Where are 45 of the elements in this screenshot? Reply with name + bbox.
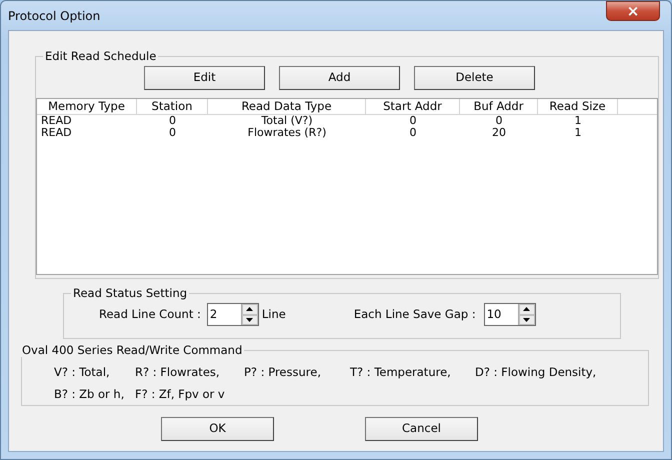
table-cell: 0 [169, 114, 176, 127]
table-cell: 0 [410, 126, 416, 139]
close-button[interactable]: × [606, 1, 660, 21]
table-cell: 1 [574, 114, 582, 127]
table-cell: 0 [169, 126, 176, 139]
table-cell: 20 [492, 126, 506, 139]
group-title: Read Status Setting [71, 286, 190, 300]
column-header[interactable]: Read Size [538, 99, 618, 114]
field-label: Each Line Save Gap : [354, 306, 476, 323]
command-text: R? : Flowrates, [135, 364, 220, 381]
column-header[interactable]: Buf Addr [460, 99, 538, 114]
table-cell: 0 [410, 114, 416, 127]
column-header[interactable]: Read Data Type [208, 99, 366, 114]
toolbar-button[interactable]: Add [279, 66, 400, 90]
column-header[interactable]: Start Addr [366, 99, 460, 114]
dialog-button[interactable]: OK [161, 417, 274, 441]
dialog-button[interactable]: Cancel [365, 417, 478, 441]
table-cell: READ [41, 126, 72, 139]
down-arrow-icon[interactable] [246, 318, 254, 322]
toolbar-button[interactable]: Delete [414, 66, 535, 90]
group-title: Edit Read Schedule [43, 49, 158, 63]
column-header[interactable]: Station [137, 99, 208, 114]
field-label: Read Line Count : [99, 306, 201, 323]
window-title: Protocol Option [8, 8, 100, 24]
command-text: P? : Pressure, [244, 364, 321, 381]
down-arrow-icon[interactable] [523, 318, 530, 322]
table-cell: READ [41, 114, 72, 127]
command-text: T? : Temperature, [350, 364, 451, 381]
command-text: B? : Zb or h, [54, 386, 124, 404]
command-text: D? : Flowing Density, [475, 364, 596, 381]
table-cell: Flowrates (R?) [248, 126, 326, 139]
table-cell: Total (V?) [261, 114, 313, 127]
command-text: F? : Zf, Fpv or v [135, 386, 225, 404]
table-cell: 0 [496, 114, 502, 127]
toolbar-button[interactable]: Edit [144, 66, 265, 90]
up-arrow-icon[interactable] [246, 307, 254, 312]
up-arrow-icon[interactable] [523, 307, 530, 312]
command-text: V? : Total, [54, 364, 110, 381]
group-title: Oval 400 Series Read/Write Command [20, 343, 244, 357]
unit-label: Line [262, 306, 286, 323]
line-count-spinner[interactable]: 2 [206, 303, 259, 326]
schedule-list[interactable]: Memory Type Station Read Data Type Start Addr Buf Addr Read Size READ 0 Total (V?) 0 0 1 READ 0 Flowrates (R?) 0 20 1 [36, 98, 658, 275]
table-cell: 1 [574, 126, 582, 139]
save-gap-spinner[interactable]: 10 [484, 303, 536, 326]
column-header[interactable]: Memory Type [37, 99, 137, 114]
